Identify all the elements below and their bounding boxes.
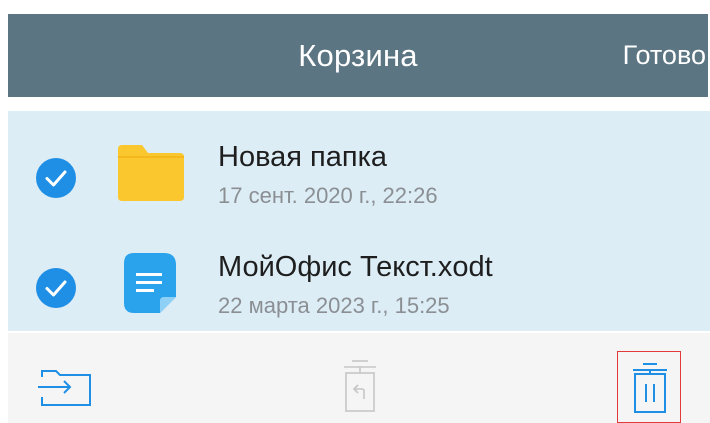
done-button[interactable]: Готово <box>623 14 706 97</box>
trash-icon <box>633 363 667 413</box>
checkmark-selected-icon[interactable] <box>35 267 77 309</box>
list-item[interactable]: МойОфис Текст.xodt 22 марта 2023 г., 15:… <box>8 229 710 329</box>
text-document-icon <box>124 253 176 313</box>
file-date: 22 марта 2023 г., 15:25 <box>218 293 450 318</box>
delete-button[interactable] <box>617 351 681 423</box>
move-to-folder-icon <box>38 370 91 406</box>
trash-screen: Корзина Готово Новая папка 17 сент. 2020… <box>0 0 710 423</box>
bottom-toolbar <box>8 333 710 423</box>
checkmark-selected-icon[interactable] <box>35 157 77 199</box>
page-title: Корзина <box>298 37 418 73</box>
file-date: 17 сент. 2020 г., 22:26 <box>218 183 438 208</box>
restore-button[interactable] <box>342 359 378 415</box>
file-name: Новая папка <box>218 141 388 173</box>
file-list: Новая папка 17 сент. 2020 г., 22:26 МойО… <box>8 111 710 331</box>
list-item[interactable]: Новая папка 17 сент. 2020 г., 22:26 <box>8 119 710 219</box>
folder-icon <box>118 145 184 201</box>
move-button[interactable] <box>38 367 94 407</box>
navigation-bar: Корзина Готово <box>8 14 708 97</box>
file-name: МойОфис Текст.xodt <box>218 251 493 283</box>
restore-icon <box>344 360 376 412</box>
